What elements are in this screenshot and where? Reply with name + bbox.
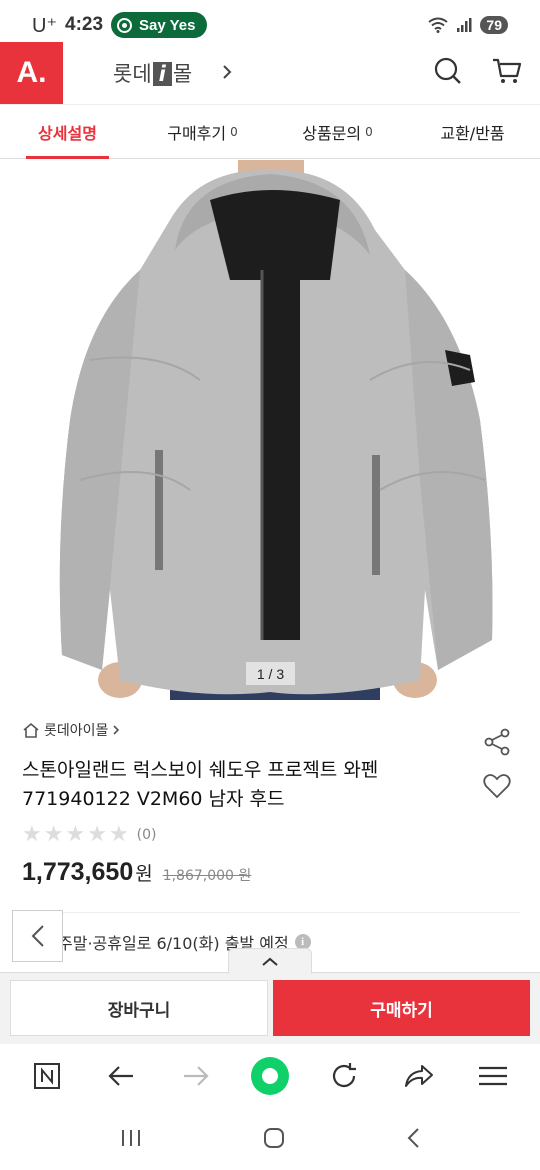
tab-label: 교환/반품 bbox=[440, 123, 505, 143]
rating[interactable]: ★ ★ ★ ★ ★ (0) bbox=[22, 822, 157, 847]
product-photo bbox=[59, 160, 493, 700]
system-back-icon[interactable] bbox=[406, 1127, 420, 1153]
tab-qna[interactable]: 상품문의 0 bbox=[270, 105, 405, 158]
lotteon-logo[interactable]: A. bbox=[0, 42, 63, 104]
say-yes-icon bbox=[117, 17, 133, 33]
product-title: 스톤아일랜드 럭스보이 쉐도우 프로젝트 와펜 771940122 V2M60 … bbox=[22, 756, 462, 814]
chevron-right-icon bbox=[113, 725, 120, 735]
detail-tabs: 상세설명 구매후기 0 상품문의 0 교환/반품 bbox=[0, 104, 540, 159]
battery-indicator: 79 bbox=[480, 16, 508, 34]
wifi-icon bbox=[428, 17, 449, 33]
rating-count: (0) bbox=[136, 826, 157, 843]
tab-count: 0 bbox=[365, 124, 373, 139]
tab-reviews[interactable]: 구매후기 0 bbox=[135, 105, 270, 158]
mall-name-link[interactable]: 롯데 i 몰 bbox=[113, 58, 192, 88]
clock: 4:23 bbox=[65, 14, 104, 35]
tab-returns[interactable]: 교환/반품 bbox=[405, 105, 540, 158]
star-icon: ★ bbox=[87, 822, 107, 847]
brand-suffix: 몰 bbox=[172, 62, 193, 86]
tab-details[interactable]: 상세설명 bbox=[0, 105, 135, 159]
tab-label: 구매후기 bbox=[167, 123, 227, 143]
chevron-right-icon[interactable] bbox=[222, 61, 232, 85]
star-icon: ★ bbox=[43, 822, 64, 847]
search-icon[interactable] bbox=[434, 57, 462, 89]
currency: 원 bbox=[135, 863, 153, 885]
divider bbox=[22, 912, 520, 913]
sale-price: 1,773,650 bbox=[22, 858, 134, 886]
browser-toolbar bbox=[0, 1044, 540, 1108]
carrier-label: U⁺ bbox=[32, 14, 57, 37]
store-link[interactable]: 롯데아이몰 bbox=[22, 720, 120, 740]
say-yes-badge: Say Yes bbox=[111, 12, 208, 38]
star-icon: ★ bbox=[65, 822, 86, 847]
recent-apps-icon[interactable] bbox=[120, 1128, 142, 1152]
product-image-gallery[interactable]: 1 / 3 bbox=[0, 160, 540, 700]
back-arrow-icon[interactable] bbox=[91, 1046, 151, 1106]
signal-icon bbox=[457, 18, 472, 32]
heart-icon[interactable] bbox=[483, 773, 511, 803]
green-dot-icon[interactable] bbox=[240, 1046, 300, 1106]
original-price: 1,867,000 원 bbox=[162, 868, 252, 884]
system-nav-bar bbox=[0, 1110, 540, 1170]
cart-icon[interactable] bbox=[492, 57, 522, 89]
share-icon[interactable] bbox=[483, 728, 511, 760]
naver-home-icon[interactable] bbox=[17, 1046, 77, 1106]
buy-now-button[interactable]: 구매하기 bbox=[273, 980, 530, 1036]
status-icons: 79 bbox=[428, 16, 508, 34]
product-title-line1: 스톤아일랜드 럭스보이 쉐도우 프로젝트 와펜 bbox=[22, 759, 379, 781]
price-block: 1,773,650 원 1,867,000 원 bbox=[22, 858, 251, 887]
chevron-left-icon bbox=[31, 925, 44, 947]
forward-arrow-icon[interactable] bbox=[166, 1046, 226, 1106]
brand-prefix: 롯데 bbox=[113, 62, 152, 86]
refresh-icon[interactable] bbox=[314, 1046, 374, 1106]
menu-icon[interactable] bbox=[463, 1046, 523, 1106]
home-icon bbox=[23, 722, 39, 738]
share-arrow-icon[interactable] bbox=[389, 1046, 449, 1106]
store-name: 롯데아이몰 bbox=[44, 723, 109, 739]
brand-i-badge: i bbox=[152, 62, 172, 86]
say-yes-label: Say Yes bbox=[139, 16, 196, 34]
chevron-up-icon bbox=[262, 957, 278, 966]
tab-count: 0 bbox=[230, 124, 238, 139]
back-button[interactable] bbox=[12, 910, 63, 962]
product-title-line2: 771940122 V2M60 남자 후드 bbox=[22, 788, 285, 810]
star-icon: ★ bbox=[108, 822, 129, 847]
add-to-cart-button[interactable]: 장바구니 bbox=[10, 980, 268, 1036]
tab-label: 상품문의 bbox=[302, 123, 362, 143]
star-icon: ★ bbox=[22, 822, 42, 847]
gallery-pager: 1 / 3 bbox=[246, 662, 295, 685]
collapse-toggle[interactable] bbox=[228, 948, 312, 974]
app-header: A. 롯데 i 몰 bbox=[0, 42, 540, 104]
home-button-icon[interactable] bbox=[263, 1127, 285, 1153]
tab-label: 상세설명 bbox=[38, 123, 97, 143]
